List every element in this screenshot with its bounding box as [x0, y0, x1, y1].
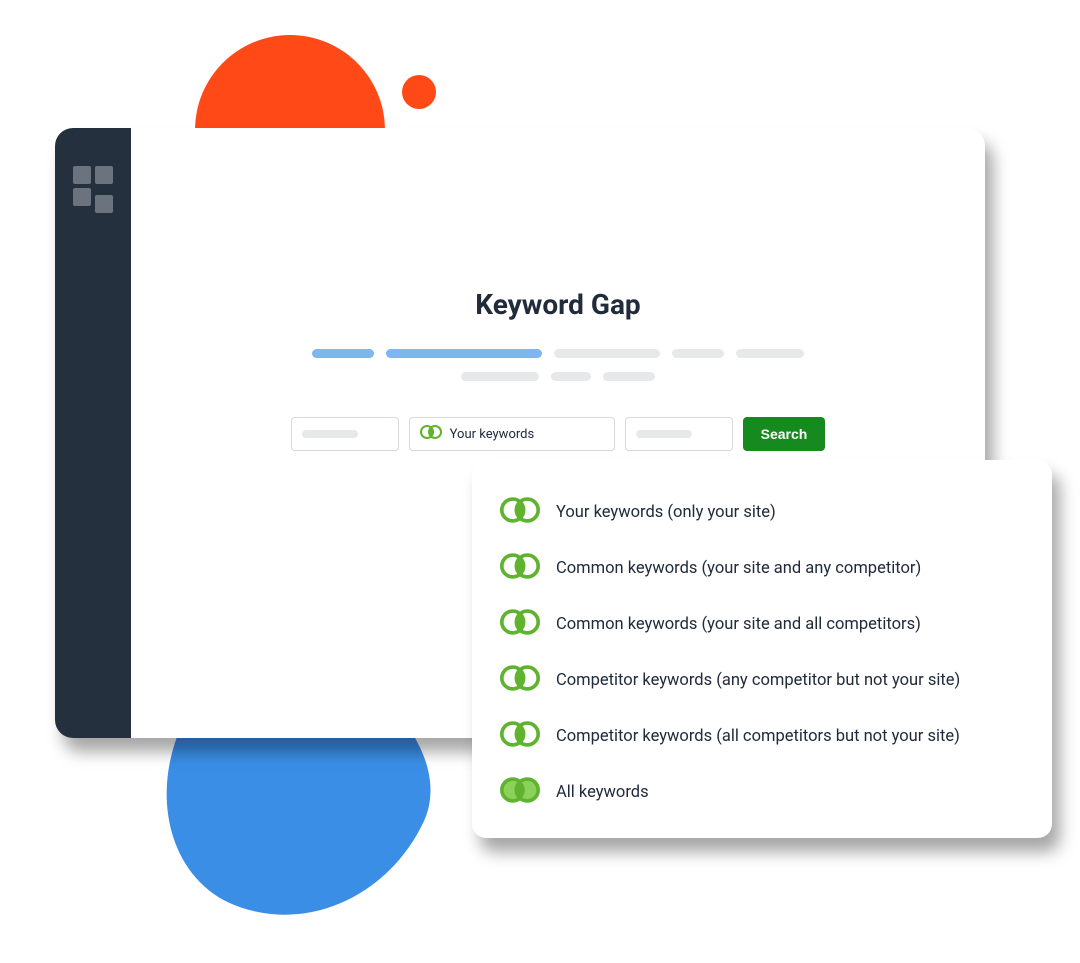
placeholder-bar [302, 430, 358, 438]
option-label: Your keywords (only your site) [556, 503, 776, 522]
filter-options-popover: Your keywords (only your site) Common ke… [472, 460, 1052, 838]
venn-icon [500, 551, 540, 585]
placeholder-pill [672, 349, 724, 358]
filter-option-your-keywords[interactable]: Your keywords (only your site) [500, 484, 1024, 540]
placeholder-pill [603, 372, 655, 381]
placeholder-row [131, 349, 985, 358]
placeholder-pill [554, 349, 660, 358]
search-button[interactable]: Search [743, 417, 826, 451]
filter-option-competitor-all[interactable]: Competitor keywords (all competitors but… [500, 708, 1024, 764]
placeholder-pill [461, 372, 539, 381]
option-label: Competitor keywords (all competitors but… [556, 727, 960, 746]
venn-icon [500, 495, 540, 529]
venn-icon [500, 775, 540, 809]
filter-label: Your keywords [450, 427, 535, 442]
placeholder-pill [736, 349, 804, 358]
filter-option-common-any[interactable]: Common keywords (your site and any compe… [500, 540, 1024, 596]
option-label: Competitor keywords (any competitor but … [556, 671, 960, 690]
placeholder-pill [386, 349, 542, 358]
placeholder-row [131, 372, 985, 381]
option-label: Common keywords (your site and all compe… [556, 615, 921, 634]
venn-icon [420, 424, 442, 444]
venn-icon [500, 663, 540, 697]
filter-option-common-all[interactable]: Common keywords (your site and all compe… [500, 596, 1024, 652]
decorative-circle [402, 75, 436, 109]
placeholder-pill [312, 349, 374, 358]
dashboard-icon[interactable] [73, 166, 113, 206]
search-row: Your keywords Search [131, 417, 985, 451]
page-title: Keyword Gap [131, 288, 985, 321]
placeholder-pill [551, 372, 591, 381]
placeholder-bar [636, 430, 692, 438]
option-label: Common keywords (your site and any compe… [556, 559, 921, 578]
filter-option-competitor-any[interactable]: Competitor keywords (any competitor but … [500, 652, 1024, 708]
filter-option-all-keywords[interactable]: All keywords [500, 764, 1024, 820]
filter-dropdown[interactable]: Your keywords [409, 417, 615, 451]
option-label: All keywords [556, 783, 649, 802]
sidebar [55, 128, 131, 738]
venn-icon [500, 607, 540, 641]
domain-input[interactable] [291, 417, 399, 451]
venn-icon [500, 719, 540, 753]
location-input[interactable] [625, 417, 733, 451]
